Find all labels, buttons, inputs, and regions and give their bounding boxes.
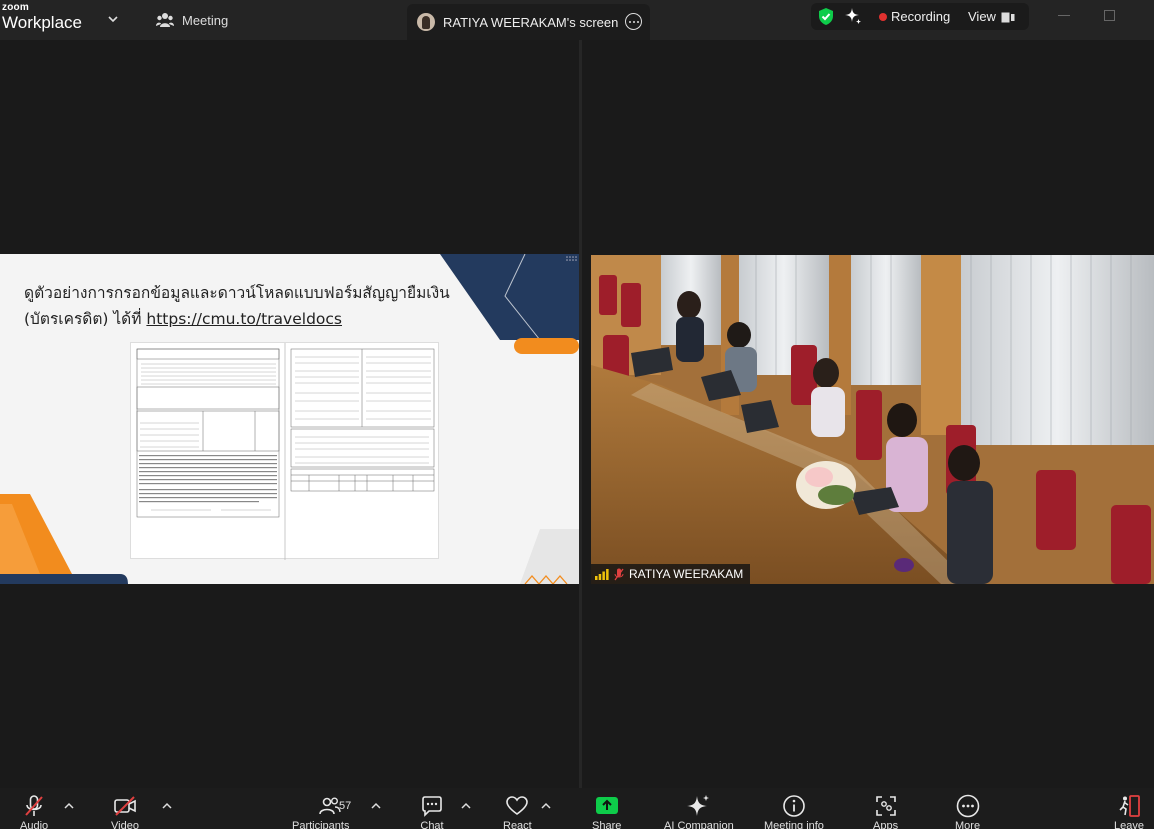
more-icon [956,794,979,818]
brand-top: zoom [2,2,29,13]
meeting-toolbar: Audio Video Participants 57 Chat React S… [0,788,1154,829]
video-options-caret-icon[interactable] [162,802,172,810]
audio-options-caret-icon[interactable] [64,802,74,810]
tab-meeting[interactable]: Meeting [156,10,228,30]
zoom-logo: zoom Workplace [2,2,82,32]
leave-label: Leave [1114,820,1144,829]
leave-icon [1119,795,1140,817]
participant-name: RATIYA WEERAKAM [629,567,744,581]
apps-label: Apps [873,820,899,829]
view-button[interactable]: View [968,9,996,24]
video-frame-image [591,255,1154,584]
meeting-info-button[interactable]: Meeting info [764,794,824,829]
participants-label: Participants [292,820,350,829]
recording-label[interactable]: Recording [891,9,950,24]
mic-muted-icon [25,795,43,816]
more-options-icon[interactable] [625,13,642,30]
mic-muted-icon [614,568,624,580]
shared-slide: ดูตัวอย่างการกรอกข้อมูลและดาวน์โหลดแบบฟอ… [0,254,579,584]
share-button[interactable]: Share [592,794,621,829]
info-icon [783,795,805,817]
share-screen-icon [595,797,618,814]
chevron-down-icon[interactable] [106,12,120,26]
share-label: Share [592,820,622,829]
slide-link[interactable]: https://cmu.to/traveldocs [146,310,342,328]
ai-sparkle-icon[interactable] [844,7,862,25]
slide-title-line2: (บัตรเครดิต) ได้ที่ [24,310,147,328]
window-maximize-icon[interactable] [1104,10,1115,21]
tab-shared-screen-label: RATIYA WEERAKAM's screen [443,14,619,30]
heart-icon [506,796,529,815]
react-button[interactable]: React [503,794,532,829]
shield-check-icon[interactable] [817,7,835,26]
apps-button[interactable]: Apps [873,794,898,829]
video-label: Video [111,820,139,829]
people-icon [156,13,174,27]
audio-button[interactable]: Audio [20,794,48,829]
chat-label: Chat [420,820,444,829]
participant-video[interactable] [591,255,1154,584]
form-sample-drawing [136,343,435,560]
ai-sparkle-icon [686,795,709,816]
chat-options-caret-icon[interactable] [461,802,471,810]
video-off-icon [114,796,136,816]
avatar [417,13,435,31]
participants-options-caret-icon[interactable] [371,802,381,810]
slide-title-line1: ดูตัวอย่างการกรอกข้อมูลและดาวน์โหลดแบบฟอ… [24,284,450,302]
signal-strength-icon [595,568,609,580]
react-options-caret-icon[interactable] [541,802,551,810]
apps-icon [875,796,896,816]
ai-companion-button[interactable]: AI Companion [664,794,734,829]
meeting-status-bar: Recording View [811,3,1029,30]
recording-dot-icon [879,13,887,21]
form-sample-image [130,342,439,560]
participants-count: 57 [339,800,352,812]
top-bar: zoom Workplace Meeting RATIYA WEERAKAM's… [0,0,1154,40]
tab-meeting-label: Meeting [182,12,229,28]
chat-icon [422,796,442,817]
leave-button[interactable]: Leave [1114,794,1144,829]
view-layout-icon[interactable] [1001,12,1015,23]
chat-button[interactable]: Chat [420,794,444,829]
tab-shared-screen[interactable]: RATIYA WEERAKAM's screen [407,4,650,40]
audio-label: Audio [20,820,49,829]
video-button[interactable]: Video [111,794,139,829]
react-label: React [503,820,532,829]
participant-name-tag: RATIYA WEERAKAM [591,564,751,584]
meeting-info-label: Meeting info [764,820,824,829]
ai-companion-label: AI Companion [664,820,734,829]
window-minimize-icon[interactable] [1058,15,1070,16]
brand-bottom: Workplace [2,13,82,32]
slide-title: ดูตัวอย่างการกรอกข้อมูลและดาวน์โหลดแบบฟอ… [24,280,464,332]
more-button[interactable]: More [955,794,980,829]
more-label: More [955,820,981,829]
